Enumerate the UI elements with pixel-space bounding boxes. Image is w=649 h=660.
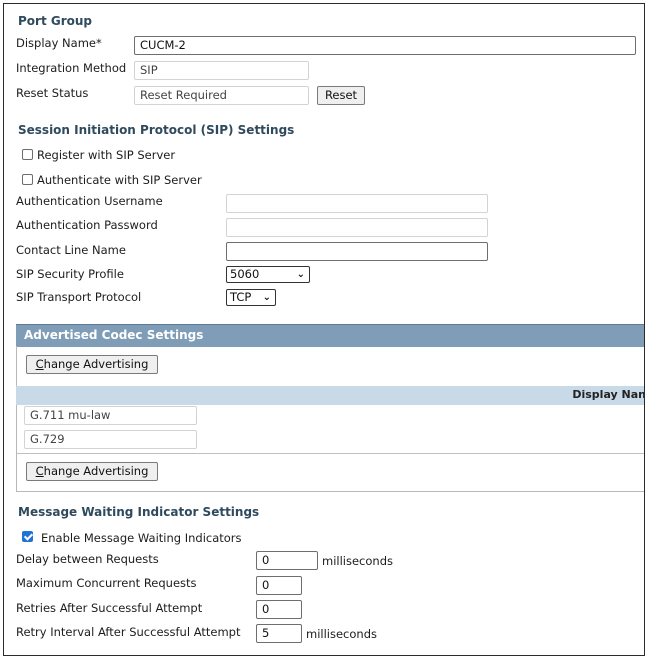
- security-profile-label: SIP Security Profile: [16, 267, 124, 281]
- reset-button[interactable]: Reset: [317, 86, 365, 105]
- codec-settings-heading: Advertised Codec Settings: [24, 328, 204, 342]
- change-advertising-button-top[interactable]: Change Advertising: [26, 355, 158, 374]
- mwi-settings-heading: Message Waiting Indicator Settings: [18, 505, 260, 519]
- contact-line-input[interactable]: [226, 242, 488, 261]
- retry-interval-input[interactable]: 5: [256, 624, 302, 643]
- delay-input[interactable]: 0: [256, 551, 318, 570]
- change-advertising-label: hange Advertising: [43, 464, 149, 478]
- codec-divider: [16, 453, 644, 454]
- display-name-label: Display Name*: [16, 36, 102, 50]
- max-concurrent-label: Maximum Concurrent Requests: [16, 576, 197, 590]
- settings-panel: Port Group Display Name* CUCM-2 Integrat…: [3, 3, 645, 656]
- reset-status-field: Reset Required: [134, 86, 309, 105]
- change-advertising-accesskey: C: [35, 464, 44, 478]
- enable-mwi-label: Enable Message Waiting Indicators: [41, 531, 242, 545]
- register-sip-checkbox[interactable]: [22, 149, 33, 160]
- transport-protocol-value: TCP: [230, 290, 252, 304]
- integration-method-field: SIP: [134, 61, 309, 80]
- sip-settings-heading: Session Initiation Protocol (SIP) Settin…: [18, 123, 295, 137]
- retries-input[interactable]: 0: [256, 600, 302, 619]
- codec-column-header-bar: Display Nan: [16, 386, 645, 405]
- auth-username-label: Authentication Username: [16, 194, 163, 208]
- auth-password-input[interactable]: [226, 218, 488, 237]
- security-profile-select[interactable]: 5060 ⌄: [226, 266, 310, 283]
- display-name-input[interactable]: CUCM-2: [134, 36, 636, 55]
- codec-column-header: Display Nan: [572, 388, 645, 401]
- change-advertising-label: hange Advertising: [43, 357, 149, 371]
- auth-username-input[interactable]: [226, 194, 488, 213]
- authenticate-sip-checkbox[interactable]: [22, 174, 33, 185]
- max-concurrent-input[interactable]: 0: [256, 576, 302, 595]
- port-group-heading: Port Group: [18, 14, 93, 28]
- codec-settings-header: Advertised Codec Settings: [16, 324, 644, 347]
- transport-protocol-select[interactable]: TCP ⌄: [226, 289, 276, 306]
- security-profile-value: 5060: [230, 267, 260, 281]
- authenticate-sip-label: Authenticate with SIP Server: [37, 173, 202, 187]
- codec-item: G.711 mu-law: [24, 406, 197, 425]
- retry-interval-label: Retry Interval After Successful Attempt: [16, 625, 241, 639]
- integration-method-label: Integration Method: [16, 61, 127, 75]
- codec-item: G.729: [24, 430, 197, 449]
- transport-protocol-label: SIP Transport Protocol: [16, 290, 142, 304]
- enable-mwi-checkbox[interactable]: [22, 531, 33, 542]
- reset-status-label: Reset Status: [16, 86, 89, 100]
- auth-password-label: Authentication Password: [16, 218, 158, 232]
- delay-unit: milliseconds: [322, 554, 393, 568]
- chevron-down-icon: ⌄: [262, 292, 271, 303]
- change-advertising-accesskey: C: [35, 357, 44, 371]
- retry-interval-unit: milliseconds: [306, 627, 377, 641]
- chevron-down-icon: ⌄: [296, 269, 305, 280]
- contact-line-label: Contact Line Name: [16, 243, 126, 257]
- retries-label: Retries After Successful Attempt: [16, 601, 203, 615]
- change-advertising-button-bottom[interactable]: Change Advertising: [26, 462, 158, 481]
- delay-label: Delay between Requests: [16, 552, 159, 566]
- register-sip-label: Register with SIP Server: [37, 148, 176, 162]
